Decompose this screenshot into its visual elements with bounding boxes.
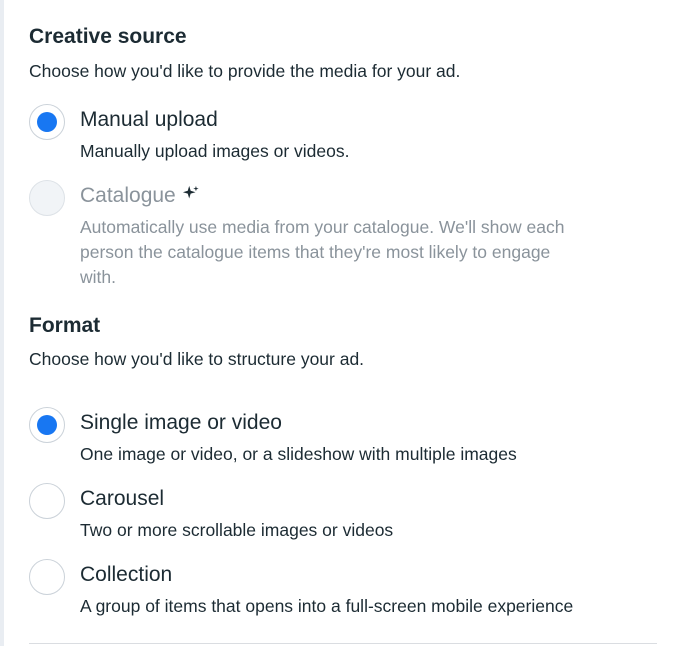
collection-description: A group of items that opens into a full-… — [80, 596, 574, 616]
catalogue-radio[interactable] — [29, 180, 65, 216]
single-image-radio[interactable] — [29, 407, 65, 443]
catalogue-label-row: Catalogue — [80, 184, 200, 208]
sparkle-icon — [182, 185, 199, 199]
catalogue-label: Catalogue — [80, 184, 176, 207]
format-description: Choose how you'd like to structure your … — [29, 349, 365, 369]
carousel-label: Carousel — [80, 487, 165, 510]
creative-source-title: Creative source — [29, 25, 187, 48]
collection-label: Collection — [80, 563, 173, 586]
option-collection[interactable]: Collection A group of items that opens i… — [29, 559, 669, 619]
manual-upload-description: Manually upload images or videos. — [80, 141, 350, 161]
catalogue-description: Automatically use media from your catalo… — [80, 215, 565, 290]
collection-radio[interactable] — [29, 559, 65, 595]
manual-upload-label: Manual upload — [80, 108, 218, 131]
catalogue-description-line: with. — [80, 267, 116, 287]
option-manual-upload[interactable]: Manual upload Manually upload images or … — [29, 104, 669, 164]
single-image-label: Single image or video — [80, 411, 282, 434]
single-image-description: One image or video, or a slideshow with … — [80, 444, 517, 464]
option-single-image-or-video[interactable]: Single image or video One image or video… — [29, 407, 669, 467]
creative-source-description: Choose how you'd like to provide the med… — [29, 61, 461, 81]
catalogue-description-line: person the catalogue items that they're … — [80, 242, 551, 262]
left-edge-border — [0, 0, 4, 646]
format-title: Format — [29, 314, 101, 337]
section-divider — [29, 643, 657, 644]
carousel-radio[interactable] — [29, 483, 65, 519]
carousel-description: Two or more scrollable images or videos — [80, 520, 394, 540]
manual-upload-radio[interactable] — [29, 104, 65, 140]
option-carousel[interactable]: Carousel Two or more scrollable images o… — [29, 483, 669, 543]
option-catalogue[interactable]: Catalogue Automatically use media from y… — [29, 180, 669, 290]
ad-creative-settings: Creative source Choose how you'd like to… — [0, 0, 682, 646]
catalogue-description-line: Automatically use media from your catalo… — [80, 217, 565, 237]
